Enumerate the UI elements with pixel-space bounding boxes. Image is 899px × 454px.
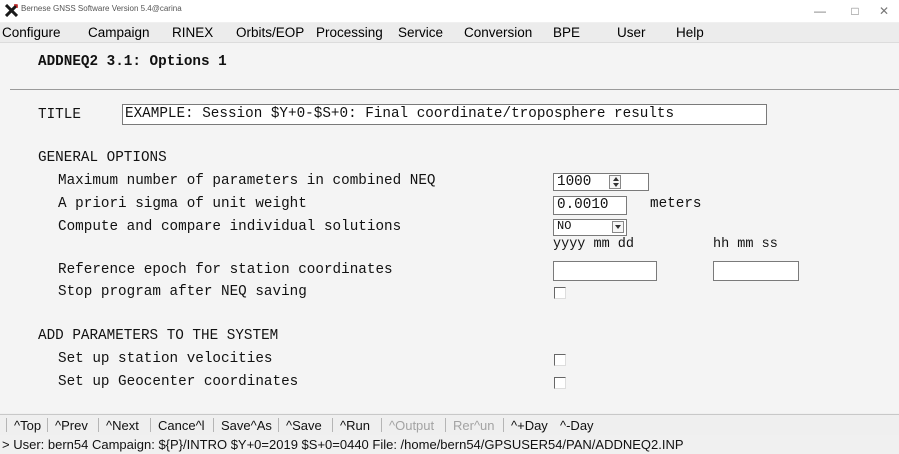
spin-down-icon[interactable] <box>613 183 619 187</box>
menu-bar: Configure Campaign RINEX Orbits/EOP Proc… <box>0 23 899 43</box>
sigma-unit: meters <box>650 196 702 212</box>
compute-label: Compute and compare individual solutions <box>58 219 402 235</box>
bernese-app-icon <box>5 4 18 17</box>
compute-dropdown[interactable] <box>612 221 624 233</box>
title-input[interactable]: EXAMPLE: Session $Y+0-$S+0: Final coordi… <box>122 104 767 125</box>
menu-user[interactable]: User <box>617 25 646 40</box>
close-button[interactable]: ✕ <box>869 2 899 20</box>
geocenter-checkbox[interactable] <box>554 377 566 389</box>
velocities-label: Set up station velocities <box>58 351 273 367</box>
geocenter-label: Set up Geocenter coordinates <box>58 374 299 390</box>
chevron-down-icon[interactable] <box>613 222 623 232</box>
output-button[interactable]: ^Output <box>389 418 434 433</box>
save-as-button[interactable]: Save^As <box>221 418 272 433</box>
spin-up-icon[interactable] <box>613 177 619 181</box>
toolbar-separator <box>503 418 504 432</box>
cancel-button[interactable]: Cance^l <box>158 418 205 433</box>
add-params-header: ADD PARAMETERS TO THE SYSTEM <box>38 328 279 344</box>
plus-day-button[interactable]: ^+Day <box>511 418 548 433</box>
menu-service[interactable]: Service <box>398 25 443 40</box>
max-params-spinner[interactable] <box>609 175 621 189</box>
menu-conversion[interactable]: Conversion <box>464 25 532 40</box>
run-button[interactable]: ^Run <box>340 418 370 433</box>
ref-epoch-time-input[interactable] <box>713 261 799 281</box>
max-params-input[interactable]: 1000 <box>553 173 649 191</box>
ref-epoch-label: Reference epoch for station coordinates <box>58 262 393 278</box>
status-text: > User: bern54 Campaign: ${P}/INTRO $Y+0… <box>2 437 684 452</box>
options-panel: ADDNEQ2 3.1: Options 1 TITLE EXAMPLE: Se… <box>0 43 899 413</box>
general-options-header: GENERAL OPTIONS <box>38 150 167 166</box>
panel-heading: ADDNEQ2 3.1: Options 1 <box>38 54 227 70</box>
ref-epoch-date-input[interactable] <box>553 261 657 281</box>
toolbar-separator <box>150 418 151 432</box>
sigma-label: A priori sigma of unit weight <box>58 196 307 212</box>
sigma-input[interactable]: 0.0010 <box>553 196 627 215</box>
command-toolbar: ^Top ^Prev ^Next Cance^l Save^As ^Save ^… <box>0 414 899 435</box>
menu-rinex[interactable]: RINEX <box>172 25 213 40</box>
toolbar-separator <box>213 418 214 432</box>
toolbar-separator <box>332 418 333 432</box>
minimize-button[interactable]: — <box>805 2 835 20</box>
toolbar-separator <box>381 418 382 432</box>
minus-day-button[interactable]: ^-Day <box>560 418 594 433</box>
time-format-label: hh mm ss <box>713 237 778 252</box>
title-input-value: EXAMPLE: Session $Y+0-$S+0: Final coordi… <box>125 106 675 122</box>
stop-checkbox[interactable] <box>554 287 566 299</box>
toolbar-grip <box>6 418 7 432</box>
menu-help[interactable]: Help <box>676 25 704 40</box>
menu-orbits-eop[interactable]: Orbits/EOP <box>236 25 304 40</box>
sigma-value: 0.0010 <box>557 197 609 213</box>
menu-configure[interactable]: Configure <box>2 25 61 40</box>
status-bar: > User: bern54 Campaign: ${P}/INTRO $Y+0… <box>0 435 899 454</box>
heading-divider <box>10 89 899 90</box>
velocities-checkbox[interactable] <box>554 354 566 366</box>
save-button[interactable]: ^Save <box>286 418 322 433</box>
max-params-value: 1000 <box>557 174 592 190</box>
title-label: TITLE <box>38 107 81 123</box>
next-button[interactable]: ^Next <box>106 418 139 433</box>
menu-processing[interactable]: Processing <box>316 25 383 40</box>
max-params-label: Maximum number of parameters in combined… <box>58 173 436 189</box>
prev-button[interactable]: ^Prev <box>55 418 88 433</box>
toolbar-separator <box>445 418 446 432</box>
menu-campaign[interactable]: Campaign <box>88 25 150 40</box>
rerun-button[interactable]: Rer^un <box>453 418 495 433</box>
toolbar-separator <box>98 418 99 432</box>
maximize-button[interactable]: □ <box>840 2 870 20</box>
window-titlebar: Bernese GNSS Software Version 5.4@carina… <box>0 0 899 22</box>
compute-select-value: NO <box>557 219 572 233</box>
window-title: Bernese GNSS Software Version 5.4@carina <box>21 4 182 13</box>
top-button[interactable]: ^Top <box>14 418 41 433</box>
date-format-label: yyyy mm dd <box>553 237 635 252</box>
toolbar-separator <box>278 418 279 432</box>
menu-bpe[interactable]: BPE <box>553 25 580 40</box>
stop-label: Stop program after NEQ saving <box>58 284 307 300</box>
toolbar-separator <box>47 418 48 432</box>
